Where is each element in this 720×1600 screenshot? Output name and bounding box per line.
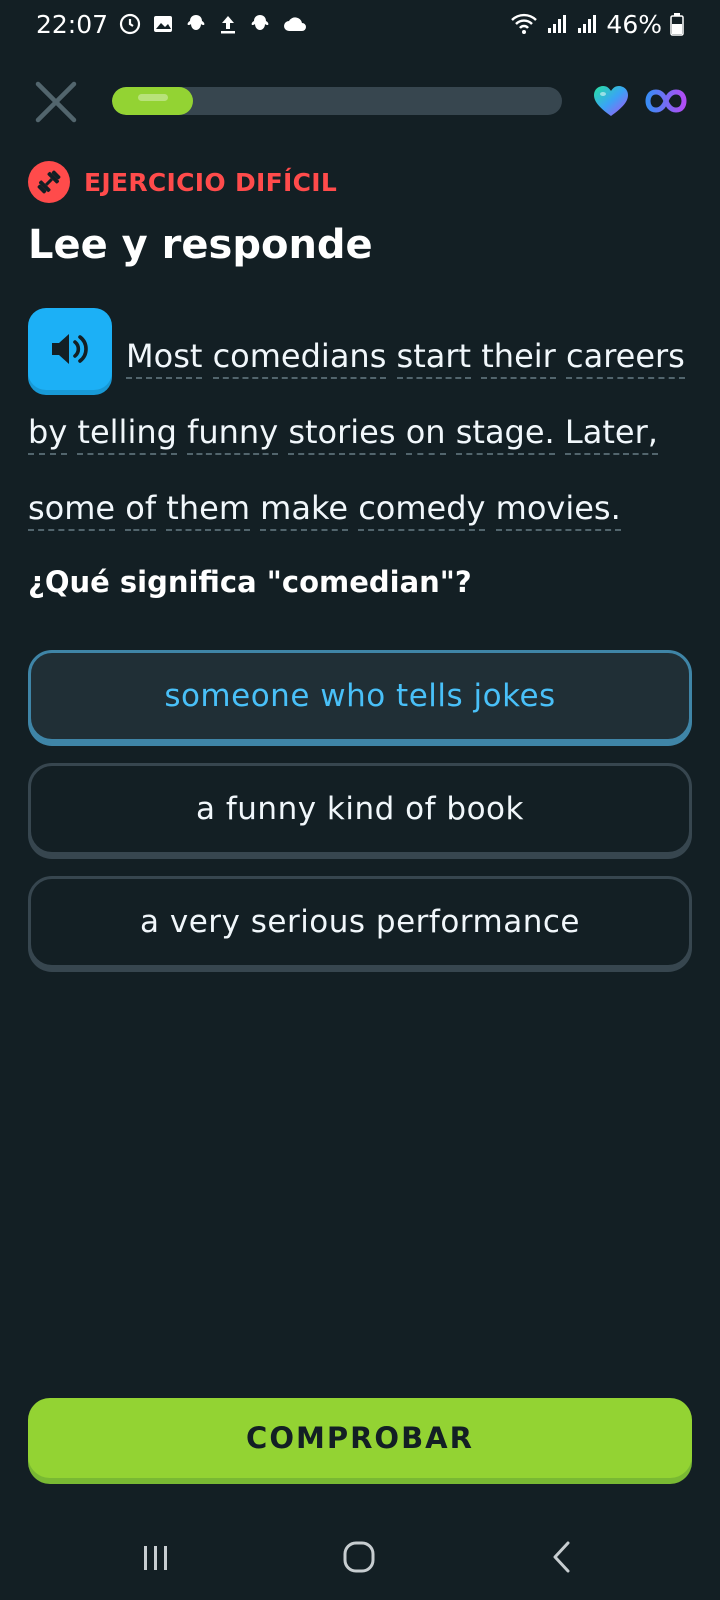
answer-option-3[interactable]: a very serious performance — [28, 876, 692, 968]
passage-word[interactable]: comedy — [358, 489, 486, 531]
home-button[interactable] — [342, 1540, 376, 1578]
gallery-icon — [154, 16, 173, 32]
heart-icon — [594, 86, 628, 116]
passage-word[interactable]: Later, — [564, 413, 658, 455]
answer-option-label: a funny kind of book — [196, 791, 524, 827]
status-time: 22:07 — [36, 9, 109, 39]
hard-badge-label: EJERCICIO DIFÍCIL — [84, 167, 338, 197]
passage-word[interactable]: stories — [288, 413, 396, 455]
close-button[interactable] — [34, 80, 78, 124]
app-notification-icon — [187, 15, 205, 30]
app-notification-icon-2 — [251, 15, 269, 30]
progress-bar — [112, 87, 562, 115]
passage-word[interactable]: by — [28, 413, 68, 455]
passage-word[interactable]: movies. — [495, 489, 621, 531]
answer-option-label: someone who tells jokes — [164, 678, 556, 714]
status-bar: 22:07 46% — [0, 0, 720, 48]
infinity-hearts[interactable] — [645, 88, 687, 118]
wifi-icon — [511, 13, 538, 34]
close-icon — [35, 81, 77, 123]
passage-word[interactable]: funny — [187, 413, 279, 455]
page-title: Lee y responde — [28, 222, 373, 268]
battery-icon — [670, 13, 684, 36]
passage-word[interactable]: start — [396, 337, 472, 379]
passage-word[interactable]: their — [481, 337, 556, 379]
system-nav-bar — [0, 1520, 720, 1600]
passage-word[interactable]: of — [125, 489, 157, 531]
infinity-icon — [645, 89, 687, 113]
passage-word[interactable]: careers — [565, 337, 685, 379]
passage-word[interactable]: make — [260, 489, 349, 531]
back-button[interactable] — [550, 1540, 574, 1578]
passage-word[interactable]: Most — [126, 337, 203, 379]
passage-word[interactable]: some — [28, 489, 116, 531]
answer-option-label: a very serious performance — [140, 904, 580, 940]
progress-fill — [112, 87, 193, 115]
battery-percent: 46% — [606, 9, 662, 39]
hearts-indicator[interactable] — [592, 84, 630, 122]
check-button[interactable]: COMPROBAR — [28, 1398, 692, 1478]
hard-badge-circle — [28, 161, 70, 203]
answer-option-2[interactable]: a funny kind of book — [28, 763, 692, 855]
notification-icons — [118, 12, 308, 36]
dumbbell-icon — [37, 170, 61, 194]
passage-line: some of them make comedy movies. — [28, 470, 696, 546]
passage-word[interactable]: comedians — [212, 337, 387, 379]
passage-line: by telling funny stories on stage. Later… — [28, 394, 696, 470]
recents-button[interactable] — [140, 1542, 172, 1578]
hard-exercise-badge: EJERCICIO DIFÍCIL — [28, 160, 337, 204]
back-icon — [553, 1541, 570, 1573]
signal-icon-2 — [578, 15, 597, 33]
recents-icon — [144, 1546, 167, 1570]
progress-shine — [138, 94, 168, 101]
passage-word[interactable]: on — [405, 413, 446, 455]
upload-icon — [221, 16, 236, 34]
status-right: 46% — [510, 10, 684, 39]
passage-text: Most comedians start their careers by tel… — [28, 318, 696, 546]
passage-line: Most comedians start their careers — [28, 318, 696, 394]
passage-word[interactable]: them — [166, 489, 250, 531]
signal-icon — [548, 15, 567, 33]
passage-word[interactable]: telling — [77, 413, 177, 455]
sync-icon — [119, 13, 141, 35]
home-icon — [343, 1541, 375, 1573]
answer-option-1[interactable]: someone who tells jokes — [28, 650, 692, 742]
question-prompt: ¿Qué significa "comedian"? — [28, 565, 472, 599]
cloud-icon — [284, 17, 307, 31]
lesson-header — [0, 78, 720, 126]
check-button-label: COMPROBAR — [246, 1421, 474, 1455]
passage-word[interactable]: stage. — [455, 413, 555, 455]
